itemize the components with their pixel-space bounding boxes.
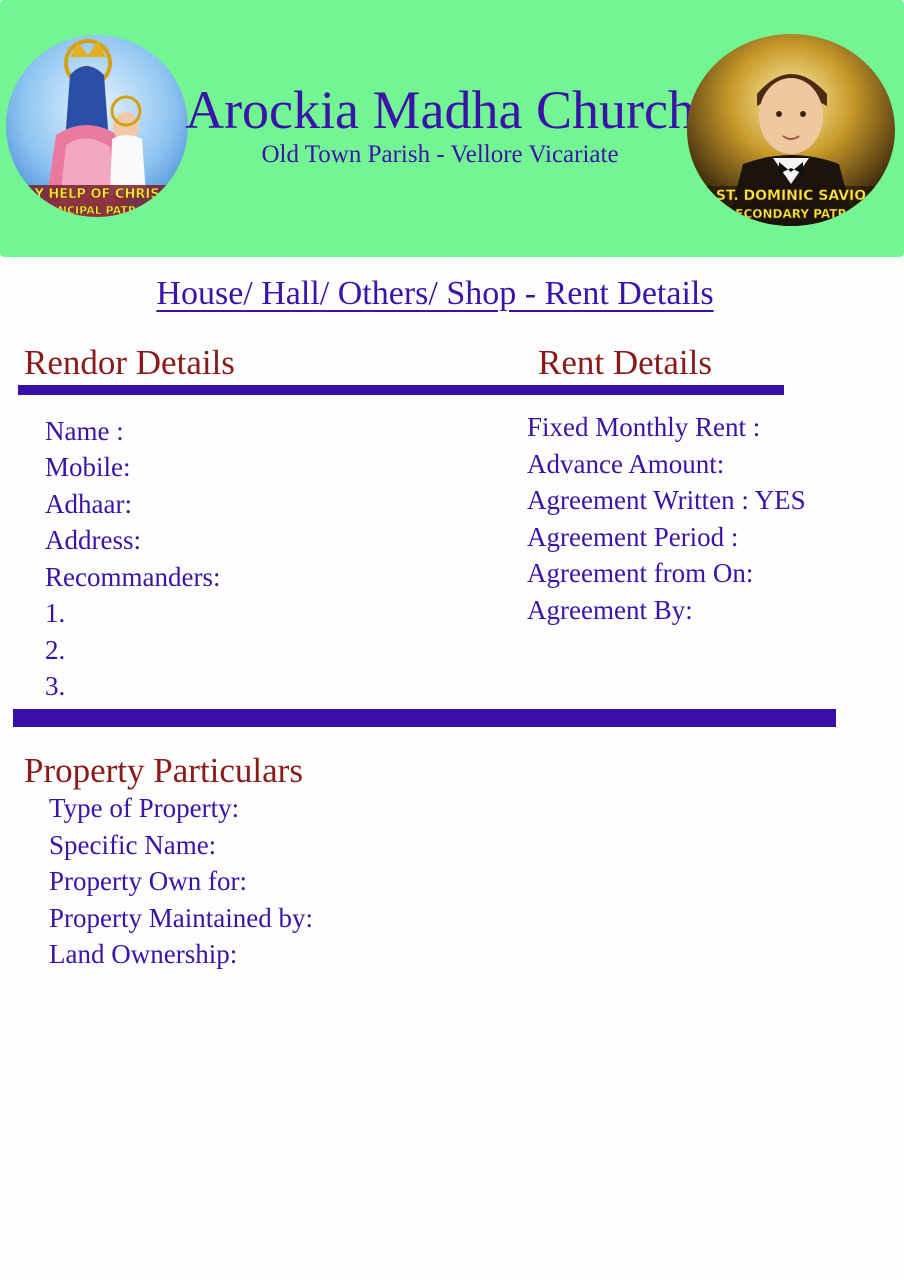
church-header: Y HELP OF CHRIS NCIPAL PATR Arockia Madh… bbox=[0, 0, 904, 257]
rendor-field-adhaar: Adhaar: bbox=[45, 489, 132, 519]
property-field-land-ownership: Land Ownership: bbox=[49, 939, 238, 969]
property-field-type: Type of Property: bbox=[49, 793, 240, 823]
rendor-details-heading: Rendor Details bbox=[24, 343, 235, 382]
st-dominic-savio-portrait-icon: ST. DOMINIC SAVIO ECONDARY PATR bbox=[687, 34, 895, 226]
property-field-specific-name: Specific Name: bbox=[49, 830, 217, 860]
section-divider-bottom bbox=[13, 709, 836, 727]
svg-text:ECONDARY PATR: ECONDARY PATR bbox=[735, 207, 846, 221]
document-title-text: House/ Hall/ Others/ Shop - Rent Details bbox=[156, 275, 714, 312]
rent-details-heading: Rent Details bbox=[538, 343, 712, 382]
document-title: House/ Hall/ Others/ Shop - Rent Details bbox=[0, 273, 870, 315]
svg-text:ST. DOMINIC SAVIO: ST. DOMINIC SAVIO bbox=[716, 188, 866, 204]
rendor-field-mobile: Mobile: bbox=[45, 452, 131, 482]
property-field-own-for: Property Own for: bbox=[49, 866, 247, 896]
svg-text:Y HELP OF CHRIS: Y HELP OF CHRIS bbox=[33, 187, 159, 202]
rent-field-fixed-monthly-rent: Fixed Monthly Rent : bbox=[527, 412, 761, 442]
property-particulars-heading: Property Particulars bbox=[24, 751, 303, 790]
rendor-field-recommanders: Recommanders: bbox=[45, 562, 221, 592]
rent-field-agreement-written: Agreement Written : YES bbox=[527, 485, 806, 515]
rendor-field-address: Address: bbox=[45, 525, 141, 555]
rent-field-agreement-by: Agreement By: bbox=[527, 595, 693, 625]
property-field-maintained-by: Property Maintained by: bbox=[49, 903, 313, 933]
mary-help-of-christians-logo: Y HELP OF CHRIS NCIPAL PATR bbox=[6, 35, 188, 217]
rent-details-page: Y HELP OF CHRIS NCIPAL PATR Arockia Madh… bbox=[0, 0, 904, 1280]
svg-text:NCIPAL PATR: NCIPAL PATR bbox=[58, 204, 137, 217]
st-dominic-savio-logo: ST. DOMINIC SAVIO ECONDARY PATR bbox=[687, 34, 895, 226]
section-divider-top bbox=[18, 385, 784, 395]
recommander-2: 2. bbox=[45, 635, 66, 665]
rent-field-agreement-period: Agreement Period : bbox=[527, 522, 739, 552]
recommander-3: 3. bbox=[45, 671, 66, 701]
rendor-field-name: Name : bbox=[45, 416, 124, 446]
church-name: Arockia Madha Church bbox=[185, 80, 695, 140]
rent-field-agreement-from-on: Agreement from On: bbox=[527, 558, 754, 588]
mary-with-child-icon: Y HELP OF CHRIS NCIPAL PATR bbox=[6, 35, 188, 217]
rent-field-advance-amount: Advance Amount: bbox=[527, 449, 725, 479]
church-subtitle: Old Town Parish - Vellore Vicariate bbox=[261, 141, 619, 168]
recommander-1: 1. bbox=[45, 598, 66, 628]
